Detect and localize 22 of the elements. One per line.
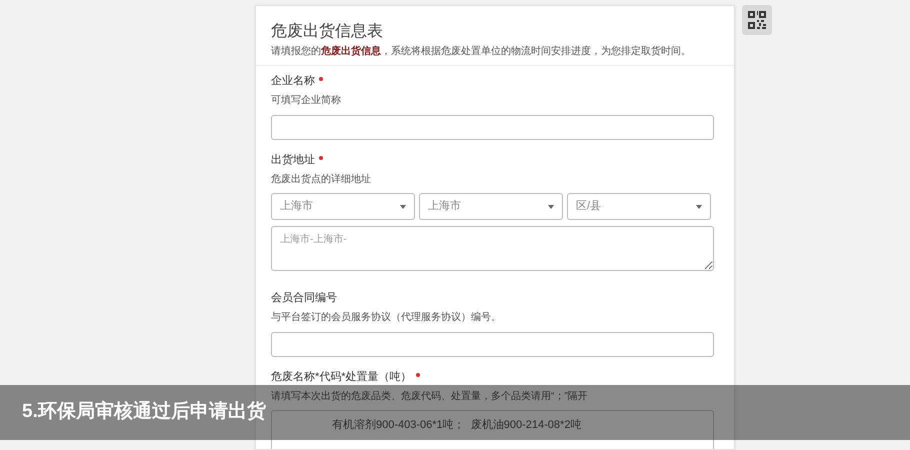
- form-intro: 请填报您的危废出货信息，系统将根据危废处置单位的物流时间安排进度，为您排定取货时间。: [271, 45, 692, 59]
- dropdown[interactable]: 上海市: [271, 193, 415, 220]
- text-input[interactable]: [271, 115, 714, 140]
- form-title: 危废出货信息表: [271, 22, 384, 42]
- field-label: 企业名称: [271, 74, 315, 89]
- qr-code-icon[interactable]: [742, 5, 772, 35]
- textarea-field[interactable]: 有机溶剂900-403-06*1吨； 废机油900-214-08*2吨: [271, 410, 714, 449]
- field-hint: 与平台签订的会员服务协议（代理服务协议）编号。: [271, 311, 502, 325]
- dropdown[interactable]: 上海市: [419, 193, 563, 220]
- field-hint: 危废出货点的详细地址: [271, 173, 372, 187]
- caret-icon: [548, 204, 554, 208]
- caret-icon: [400, 204, 406, 208]
- field-hint: 可填写企业简称: [271, 94, 342, 108]
- dropdown[interactable]: 区/县: [567, 193, 711, 220]
- field-hint: 请填写本次出货的危废品类、危废代码、处置量，多个品类请用“；”隔开: [271, 390, 589, 404]
- field-label: 会员合同编号: [271, 290, 337, 306]
- caret-icon: [696, 204, 702, 208]
- caption-text: 5.环保局审核通过后申请出货: [22, 400, 266, 424]
- field-label: 危废名称*代码*处置量（吨）: [271, 370, 412, 385]
- address-textarea[interactable]: 上海市-上海市-: [271, 226, 714, 271]
- field-label: 出货地址: [271, 152, 315, 168]
- text-input[interactable]: [271, 332, 714, 357]
